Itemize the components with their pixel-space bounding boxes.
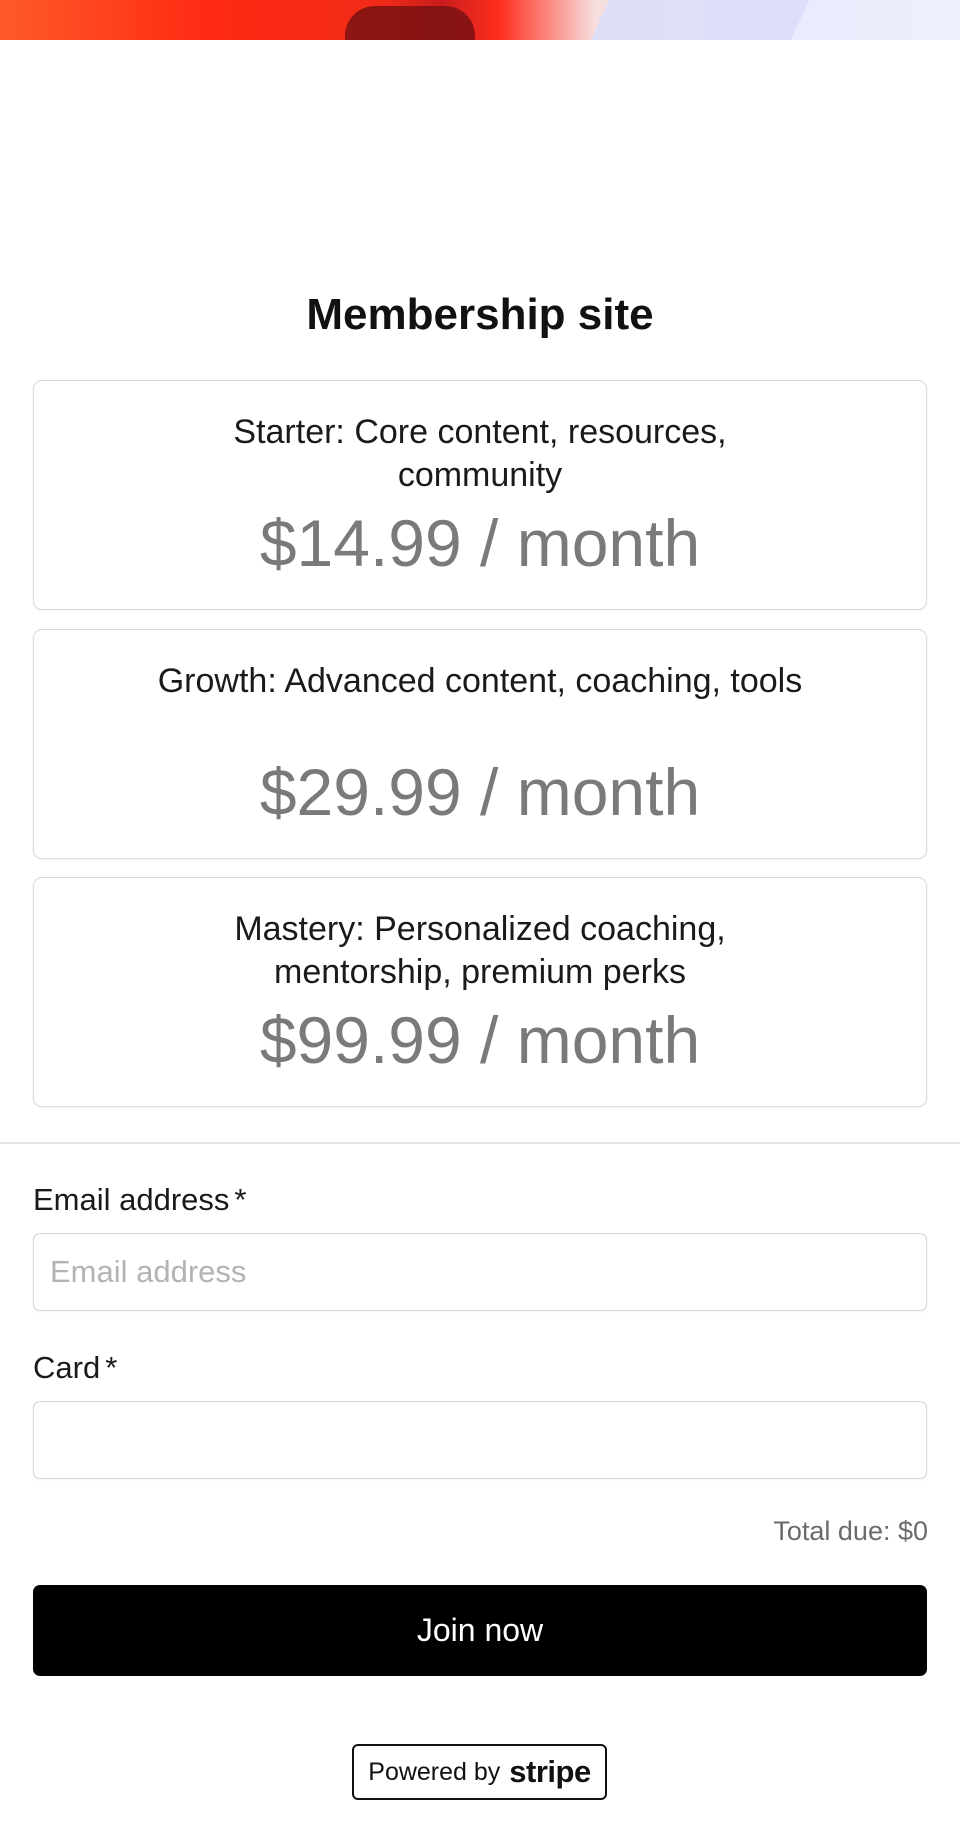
powered-by-stripe-link[interactable]: Powered by stripe xyxy=(352,1744,607,1800)
hero-image-shape xyxy=(345,6,475,40)
plan-name: Starter: Core content, resources, commun… xyxy=(233,413,727,494)
card-field[interactable] xyxy=(33,1401,927,1479)
plan-name: Growth: Advanced content, coaching, tool… xyxy=(157,662,803,700)
required-marker: * xyxy=(234,1182,247,1217)
hero-image-highlight xyxy=(586,0,814,40)
email-label-text: Email address xyxy=(33,1182,230,1217)
plan-card-starter[interactable]: Starter: Core content, resources, commun… xyxy=(33,380,927,610)
powered-by-text: Powered by xyxy=(368,1757,501,1786)
card-label-text: Card xyxy=(33,1350,101,1385)
join-now-button[interactable]: Join now xyxy=(33,1585,927,1676)
plan-price: $14.99 / month xyxy=(259,506,701,580)
plan-card-growth[interactable]: Growth: Advanced content, coaching, tool… xyxy=(33,629,927,859)
checkout-page: Membership site Starter: Core content, r… xyxy=(0,0,960,1836)
total-due: Total due: $0 xyxy=(773,1516,928,1546)
email-label: Email address * xyxy=(33,1182,247,1218)
section-divider xyxy=(0,1142,960,1144)
plan-card-mastery[interactable]: Mastery: Personalized coaching, mentorsh… xyxy=(33,877,927,1107)
email-field[interactable] xyxy=(33,1233,927,1311)
page-title: Membership site xyxy=(306,290,654,339)
card-label: Card * xyxy=(33,1350,117,1386)
plan-name: Mastery: Personalized coaching, mentorsh… xyxy=(234,910,726,991)
plan-price: $29.99 / month xyxy=(259,755,701,829)
plan-price: $99.99 / month xyxy=(259,1003,701,1077)
stripe-logo: stripe xyxy=(509,1754,591,1789)
hero-image xyxy=(0,0,960,40)
required-marker: * xyxy=(105,1350,118,1385)
